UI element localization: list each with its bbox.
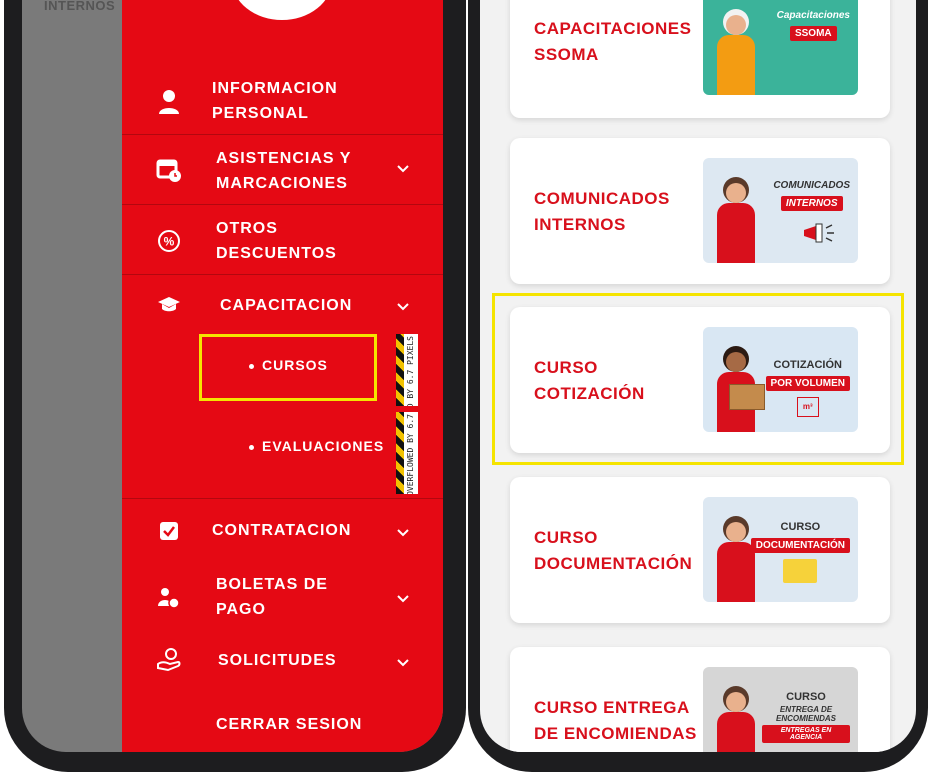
percent-icon: %: [156, 228, 182, 254]
left-phone: INTERNOS INFORMACION PERSONAL ASISTENCIA…: [0, 0, 466, 773]
menu-item-capacitacion[interactable]: CAPACITACION: [122, 288, 443, 324]
thumb-tag: DOCUMENTACIÓN: [750, 538, 850, 553]
divider: [122, 274, 443, 275]
card-title: CURSO ENTREGA DE ENCOMIENDAS: [534, 698, 697, 743]
thumb-word-2: ENTREGA DE ENCOMIENDAS: [775, 705, 836, 723]
brand-logo: [232, 0, 332, 20]
illustration-person: [713, 173, 759, 263]
card-title: CAPACITACIONES SSOMA: [534, 19, 692, 64]
overflow-warning-bar: OVERFLOWED BY 6.7: [396, 412, 418, 494]
course-card-entrega-encomiendas[interactable]: CURSO ENTREGA DE ENCOMIENDAS CURSO ENTRE…: [510, 647, 890, 752]
chevron-down-icon: [397, 298, 409, 314]
menu-label: OTROS DESCUENTOS: [216, 220, 337, 262]
card-title: CURSO DOCUMENTACIÓN: [534, 528, 693, 573]
chevron-down-icon: [397, 590, 409, 606]
menu-item-asistencias[interactable]: ASISTENCIAS Y MARCACIONES: [122, 142, 443, 202]
folder-icon: [783, 559, 818, 583]
menu-item-boletas[interactable]: BOLETAS DE PAGO: [122, 568, 443, 628]
divider: [122, 204, 443, 205]
thumb-word: COMUNICADOS: [773, 180, 850, 191]
menu-label: ASISTENCIAS Y MARCACIONES: [216, 150, 352, 192]
overflow-text: OVERFLOWED BY 6.7: [406, 414, 415, 494]
card-title: COMUNICADOS INTERNOS: [534, 189, 670, 234]
divider: [122, 134, 443, 135]
overflow-text: OVERFLOWED BY 6.7 PIXELS: [406, 336, 415, 406]
illustration-person: [713, 682, 759, 752]
bullet-icon: [249, 444, 254, 450]
menu-label: INFORMACION PERSONAL: [212, 80, 338, 122]
menu-label: SOLICITUDES: [218, 652, 337, 669]
hand-request-icon: [156, 647, 182, 673]
submenu-evaluaciones[interactable]: EVALUACIONES: [249, 438, 384, 454]
menu-label: CONTRATACION: [212, 522, 352, 539]
chevron-down-icon: [397, 524, 409, 540]
menu-label: CAPACITACION: [220, 297, 353, 314]
card-thumbnail: CURSO DOCUMENTACIÓN: [703, 497, 858, 602]
card-thumbnail: COMUNICADOS INTERNOS: [703, 158, 858, 263]
thumb-word: CURSO: [780, 521, 821, 533]
highlight-box: [492, 293, 904, 465]
menu-item-otros-descuentos[interactable]: % OTROS DESCUENTOS: [122, 212, 443, 272]
checkbox-icon: [156, 518, 182, 544]
thumb-tag: ENTREGAS EN AGENCIA: [762, 725, 850, 743]
menu-item-contratacion[interactable]: CONTRATACION: [122, 514, 443, 548]
menu-item-informacion-personal[interactable]: INFORMACION PERSONAL: [122, 72, 443, 132]
course-card-comunicados[interactable]: COMUNICADOS INTERNOS COMUNICADOS INTERNO…: [510, 138, 890, 284]
calendar-clock-icon: [156, 157, 182, 183]
thumb-tag: SSOMA: [789, 26, 837, 41]
chevron-down-icon: [397, 160, 409, 176]
illustration-person: [713, 5, 759, 95]
svg-text:%: %: [164, 235, 175, 249]
graduation-cap-icon: [156, 292, 182, 318]
highlight-box: [199, 334, 377, 401]
card-thumbnail: CURSO ENTREGA DE ENCOMIENDAS ENTREGAS EN…: [703, 667, 858, 752]
chevron-down-icon: [397, 654, 409, 670]
thumb-word: Capacitaciones: [776, 10, 850, 21]
course-card-documentacion[interactable]: CURSO DOCUMENTACIÓN CURSO DOCUMENTACIÓN: [510, 477, 890, 623]
background-label: INTERNOS: [44, 0, 116, 13]
overflow-warning-bar: OVERFLOWED BY 6.7 PIXELS: [396, 334, 418, 406]
card-thumbnail: Capacitaciones SSOMA: [703, 0, 858, 95]
user-money-icon: [156, 585, 182, 611]
divider: [122, 498, 443, 499]
person-icon: [156, 89, 182, 115]
menu-label: CERRAR SESION: [216, 716, 363, 733]
megaphone-icon: [802, 222, 836, 249]
thumb-tag: INTERNOS: [780, 196, 843, 211]
thumb-word: CURSO: [786, 691, 826, 703]
menu-item-cerrar-sesion[interactable]: CERRAR SESION: [122, 710, 443, 740]
course-card-ssoma[interactable]: CAPACITACIONES SSOMA Capacitaciones SSOM…: [510, 0, 890, 118]
menu-item-solicitudes[interactable]: SOLICITUDES: [122, 644, 443, 678]
menu-label: BOLETAS DE PAGO: [216, 576, 328, 618]
